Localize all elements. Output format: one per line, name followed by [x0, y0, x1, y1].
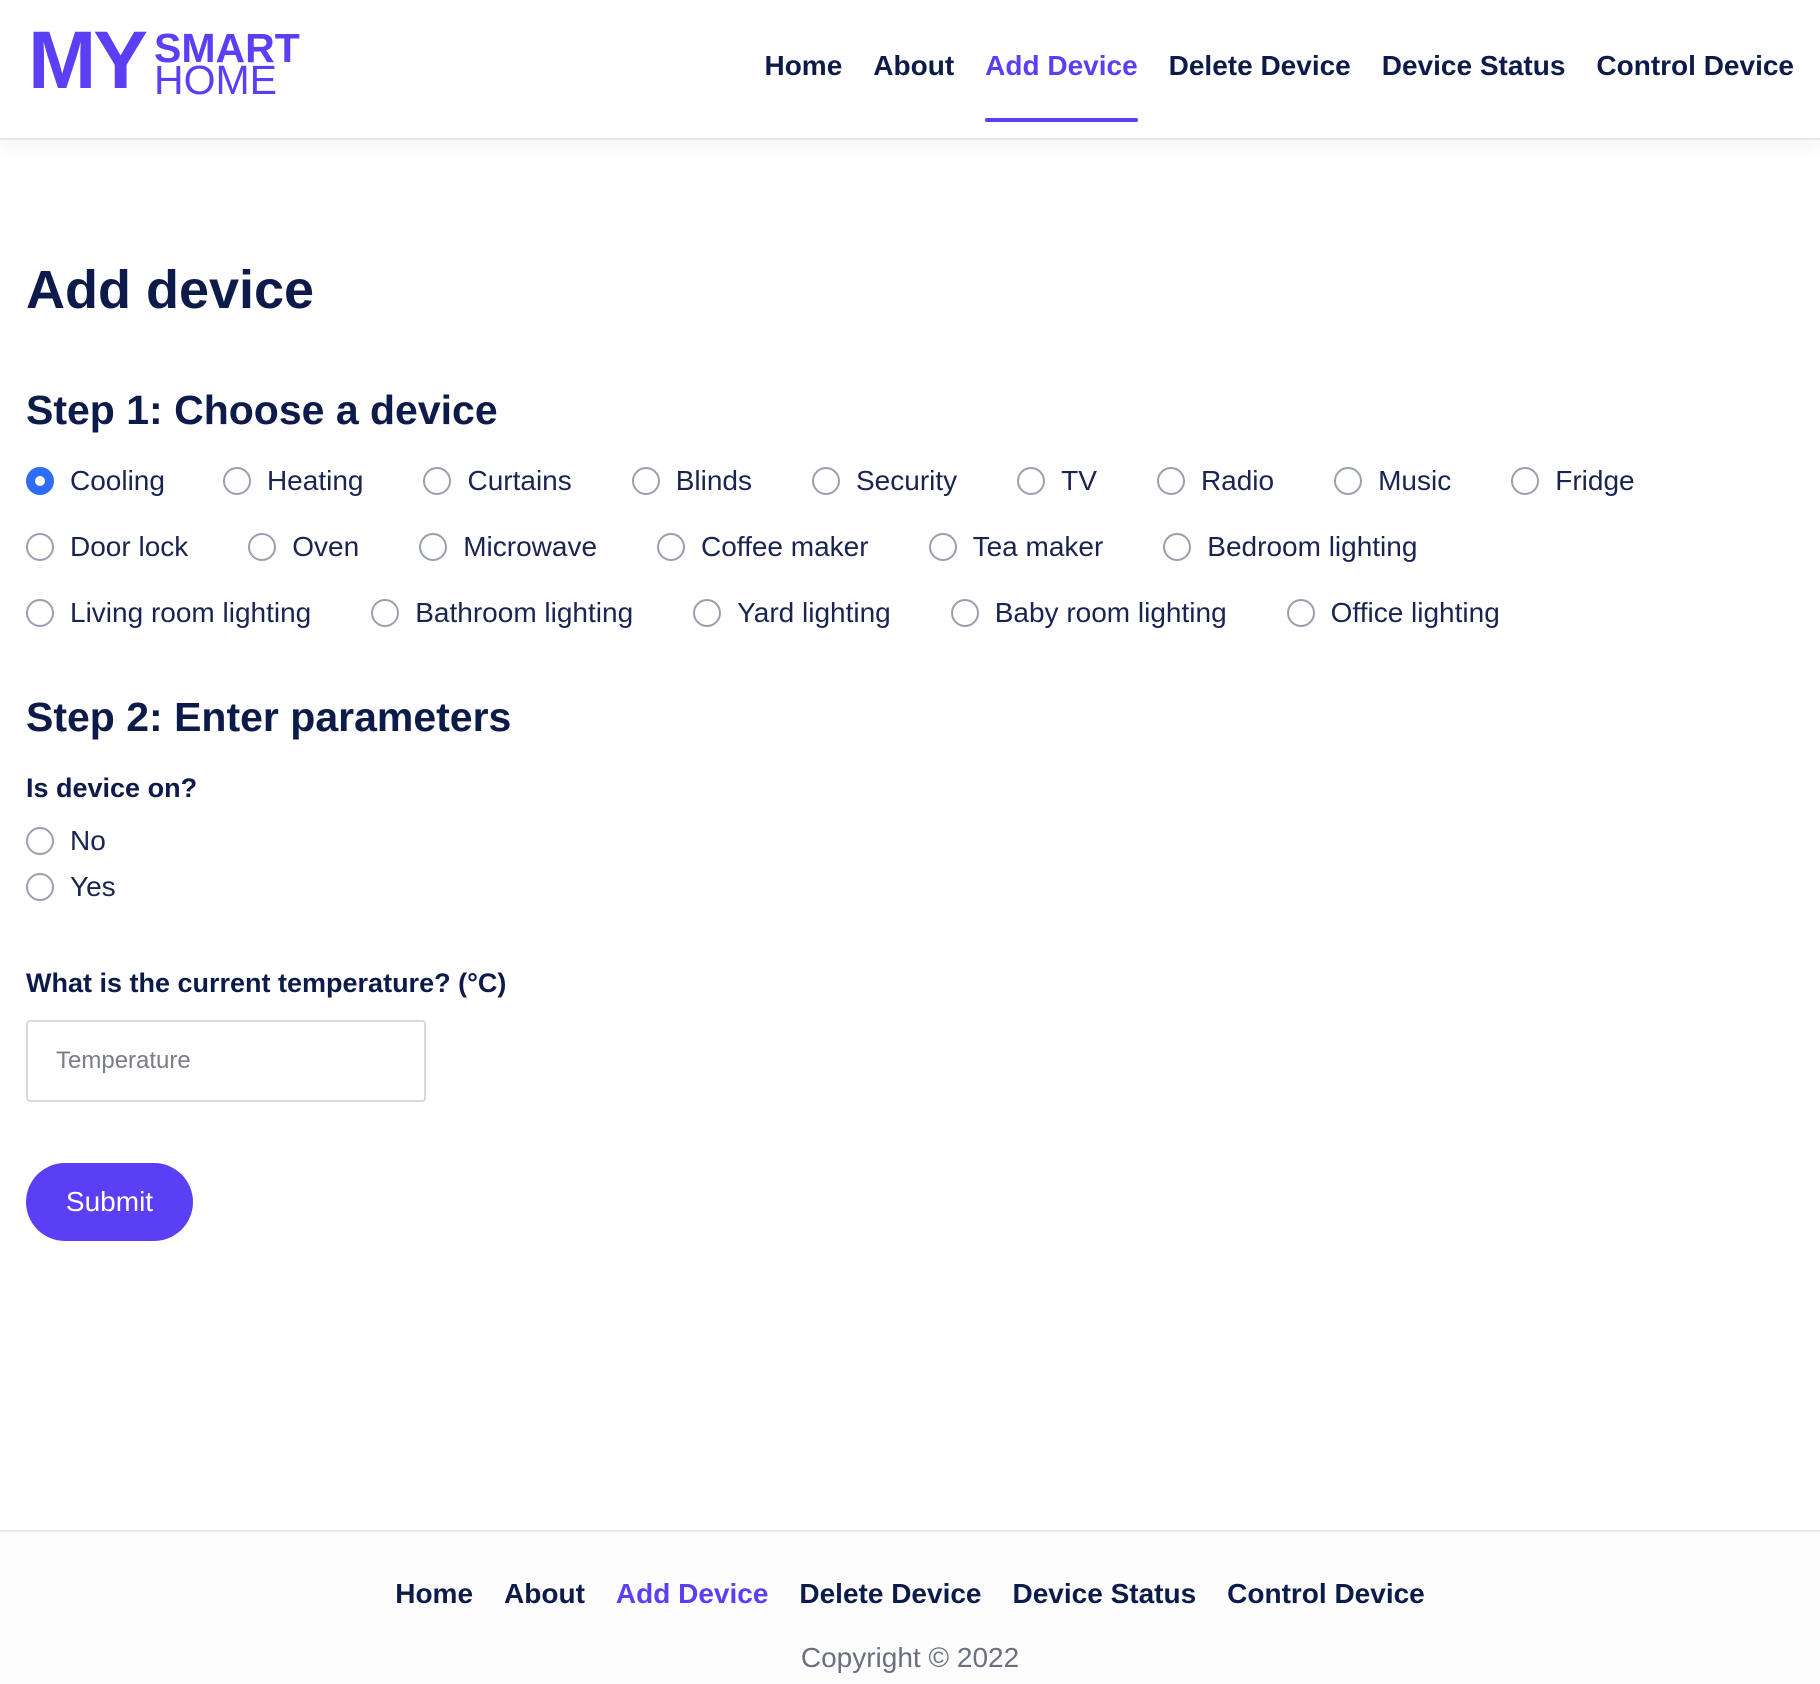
radio-icon[interactable]: [631, 467, 660, 495]
temperature-input[interactable]: [26, 1020, 426, 1102]
footer-nav-item-control-device[interactable]: Control Device: [1227, 1576, 1425, 1612]
radio-icon[interactable]: [1163, 533, 1192, 561]
device-option-yard-lighting[interactable]: Yard lighting: [693, 595, 891, 631]
radio-icon[interactable]: [1286, 599, 1315, 627]
nav-item-home[interactable]: Home: [764, 48, 842, 84]
device-option-label: Radio: [1200, 465, 1275, 496]
radio-checked-icon[interactable]: [26, 467, 54, 495]
device-option-cooling[interactable]: Cooling: [26, 463, 165, 499]
device-option-label: Blinds: [675, 465, 752, 496]
device-option-label: Yard lighting: [737, 597, 891, 628]
radio-icon[interactable]: [693, 599, 722, 627]
device-option-label: Fridge: [1555, 465, 1635, 496]
radio-icon[interactable]: [26, 873, 54, 901]
nav-item-device-status[interactable]: Device Status: [1382, 48, 1566, 84]
footer-nav-item-about[interactable]: About: [504, 1576, 585, 1612]
device-option-fridge[interactable]: Fridge: [1511, 463, 1635, 499]
radio-icon[interactable]: [928, 533, 957, 561]
device-option-tea-maker[interactable]: Tea maker: [928, 529, 1104, 565]
radio-icon[interactable]: [419, 533, 448, 561]
radio-icon[interactable]: [812, 467, 840, 495]
device-option-oven[interactable]: Oven: [248, 529, 359, 565]
radio-icon[interactable]: [1334, 467, 1363, 495]
device-on-label: Is device on?: [26, 773, 198, 803]
device-option-label: Cooling: [70, 465, 165, 496]
device-option-radio[interactable]: Radio: [1156, 463, 1275, 499]
device-option-label: Microwave: [463, 531, 598, 562]
footer-nav-item-device-status[interactable]: Device Status: [1013, 1576, 1197, 1612]
step1-title: Step 1: Choose a device: [26, 387, 498, 433]
device-option-label: TV: [1061, 465, 1097, 496]
device-row-1: Cooling Heating Curtains Blinds Security…: [26, 463, 1635, 499]
nav-item-add-device[interactable]: Add Device: [985, 48, 1138, 122]
device-option-label: Door lock: [70, 531, 189, 562]
footer-nav-item-delete-device[interactable]: Delete Device: [799, 1576, 981, 1612]
device-option-label: Living room lighting: [70, 597, 312, 628]
device-option-label: Baby room lighting: [994, 597, 1227, 628]
radio-icon[interactable]: [1156, 467, 1185, 495]
radio-icon[interactable]: [657, 533, 686, 561]
copyright-text: Copyright © 2022: [800, 1642, 1020, 1673]
device-option-tv[interactable]: TV: [1017, 463, 1097, 499]
device-option-blinds[interactable]: Blinds: [631, 463, 752, 499]
device-option-security[interactable]: Security: [812, 463, 957, 499]
device-option-baby-room-lighting[interactable]: Baby room lighting: [950, 595, 1227, 631]
device-option-curtains[interactable]: Curtains: [423, 463, 572, 499]
device-option-bedroom-lighting[interactable]: Bedroom lighting: [1163, 529, 1417, 565]
device-option-door-lock[interactable]: Door lock: [26, 529, 188, 565]
device-on-option-no[interactable]: No: [26, 823, 106, 859]
device-option-label: Coffee maker: [701, 531, 869, 562]
device-option-microwave[interactable]: Microwave: [419, 529, 597, 565]
radio-icon[interactable]: [26, 533, 54, 561]
device-option-bathroom-lighting[interactable]: Bathroom lighting: [371, 595, 633, 631]
device-on-option-label: Yes: [70, 871, 116, 902]
device-option-label: Office lighting: [1330, 597, 1500, 628]
device-option-label: Heating: [266, 465, 364, 496]
temperature-label: What is the current temperature? (°C): [26, 968, 507, 998]
device-option-label: Bathroom lighting: [415, 597, 634, 628]
site-header: MY SMART HOME Home About Add Device Dele…: [0, 0, 1820, 140]
logo-my-text: MY: [28, 15, 148, 106]
device-option-label: Tea maker: [972, 531, 1104, 562]
device-row-3: Living room lighting Bathroom lighting Y…: [26, 595, 1500, 631]
footer-nav-item-add-device[interactable]: Add Device: [616, 1576, 769, 1612]
device-option-living-room-lighting[interactable]: Living room lighting: [26, 595, 311, 631]
device-option-office-lighting[interactable]: Office lighting: [1286, 595, 1500, 631]
radio-icon[interactable]: [371, 599, 400, 627]
site-footer: Home About Add Device Delete Device Devi…: [0, 1530, 1820, 1684]
device-option-label: Bedroom lighting: [1207, 531, 1418, 562]
nav-item-control-device[interactable]: Control Device: [1596, 48, 1794, 84]
device-on-option-label: No: [70, 825, 106, 856]
device-option-label: Oven: [292, 531, 360, 562]
nav-item-delete-device[interactable]: Delete Device: [1169, 48, 1351, 84]
footer-nav-item-home[interactable]: Home: [395, 1576, 473, 1612]
radio-icon[interactable]: [1017, 467, 1046, 495]
submit-button[interactable]: Submit: [26, 1163, 193, 1241]
device-option-music[interactable]: Music: [1334, 463, 1451, 499]
footer-nav: Home About Add Device Delete Device Devi…: [0, 1576, 1820, 1612]
device-option-label: Music: [1378, 465, 1452, 496]
device-on-option-yes[interactable]: Yes: [26, 869, 116, 905]
device-on-option-yes-row: Yes: [26, 869, 116, 905]
radio-icon[interactable]: [1511, 467, 1540, 495]
main-nav: Home About Add Device Delete Device Devi…: [764, 48, 1794, 122]
radio-icon[interactable]: [26, 827, 54, 855]
device-option-label: Security: [856, 465, 958, 496]
step2-title: Step 2: Enter parameters: [26, 694, 512, 740]
radio-icon[interactable]: [950, 599, 979, 627]
nav-item-about[interactable]: About: [873, 48, 954, 84]
page-title: Add device: [26, 260, 315, 320]
device-option-heating[interactable]: Heating: [222, 463, 364, 499]
logo-home-text: HOME: [154, 57, 277, 103]
device-row-2: Door lock Oven Microwave Coffee maker Te…: [26, 529, 1417, 565]
device-option-coffee-maker[interactable]: Coffee maker: [657, 529, 869, 565]
radio-icon[interactable]: [423, 467, 452, 495]
radio-icon[interactable]: [26, 599, 54, 627]
device-option-label: Curtains: [467, 465, 572, 496]
radio-icon[interactable]: [222, 467, 251, 495]
device-on-option-no-row: No: [26, 823, 106, 859]
radio-icon[interactable]: [248, 533, 277, 561]
